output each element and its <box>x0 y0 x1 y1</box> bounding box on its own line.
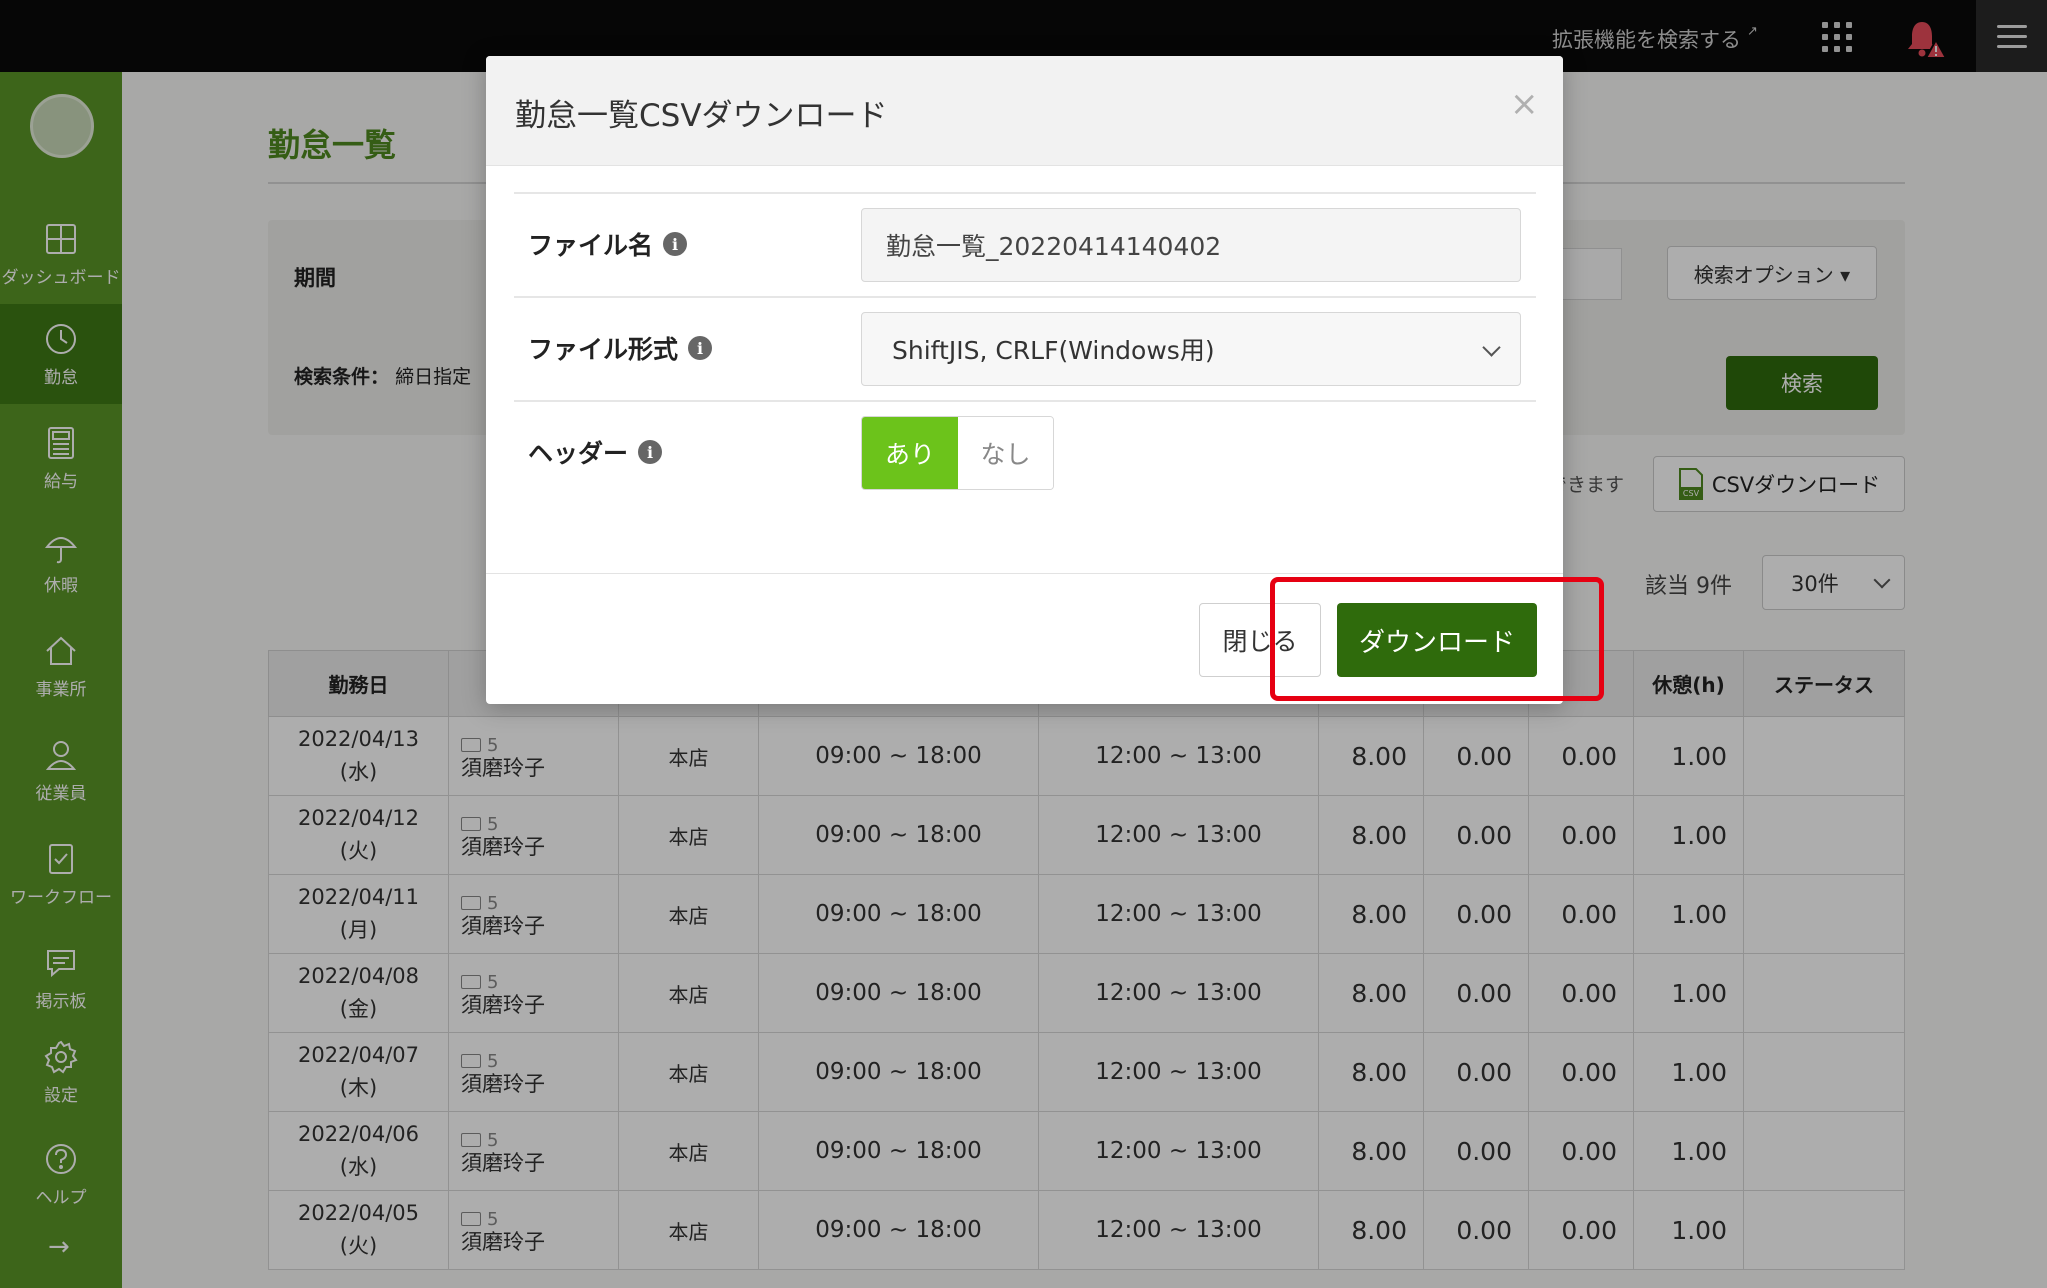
filename-label-text: ファイル名 <box>528 231 654 260</box>
header-row: ヘッダー i あり なし <box>514 400 1536 504</box>
header-toggle: あり なし <box>861 416 1054 490</box>
header-label: ヘッダー i <box>528 434 663 470</box>
file-format-select[interactable]: ShiftJIS, CRLF(Windows用) <box>861 312 1521 386</box>
chevron-down-icon <box>1482 338 1501 357</box>
header-no-option[interactable]: なし <box>958 417 1053 489</box>
highlight-annotation <box>1270 577 1604 701</box>
filename-input[interactable] <box>861 208 1521 282</box>
header-yes-option[interactable]: あり <box>862 417 958 489</box>
file-format-label-text: ファイル形式 <box>528 335 679 364</box>
info-icon[interactable]: i <box>638 440 663 464</box>
file-format-row: ファイル形式 i ShiftJIS, CRLF(Windows用) <box>514 296 1536 400</box>
file-format-label: ファイル形式 i <box>528 330 713 366</box>
modal-footer-divider <box>486 573 1563 574</box>
info-icon[interactable]: i <box>688 336 713 360</box>
info-icon[interactable]: i <box>663 232 688 256</box>
header-label-text: ヘッダー <box>528 439 629 468</box>
modal-header: 勤怠一覧CSVダウンロード × <box>486 56 1563 166</box>
filename-row: ファイル名 i <box>514 192 1536 296</box>
close-icon[interactable]: × <box>1510 84 1539 124</box>
filename-label: ファイル名 i <box>528 226 688 262</box>
modal-title: 勤怠一覧CSVダウンロード <box>515 98 888 134</box>
file-format-value: ShiftJIS, CRLF(Windows用) <box>892 336 1215 365</box>
